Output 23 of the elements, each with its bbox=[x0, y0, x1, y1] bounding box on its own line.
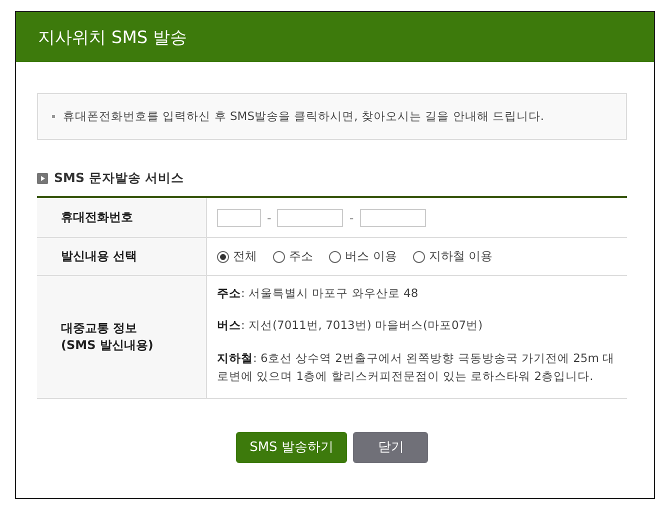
phone-input-field[interactable] bbox=[360, 208, 426, 226]
dash-separator: - bbox=[349, 210, 354, 224]
transit-info-text: 지하철: 6호선 상수역 2번출구에서 왼쪽방향 극동방송국 가기전에 25m 대로변에 있으며 1층에 할리스커피전문점이 있는 로하스타워 2층입니다. bbox=[217, 350, 616, 386]
phone-input-field[interactable] bbox=[277, 208, 344, 226]
radio-option[interactable]: 주소 bbox=[273, 248, 313, 265]
field-label: 대중교통 정보 bbox=[61, 320, 138, 337]
bullet-icon bbox=[52, 115, 55, 118]
send-sms-button[interactable]: SMS 발송하기 bbox=[236, 432, 348, 463]
play-square-icon bbox=[37, 173, 48, 184]
transit-info-text: 버스: 지선(7011번, 7013번) 마을버스(마포07번) bbox=[217, 317, 483, 334]
dash-separator: - bbox=[267, 210, 272, 224]
radio-option[interactable]: 버스 이용 bbox=[329, 248, 397, 265]
field-label: 휴대전화번호 bbox=[61, 209, 134, 226]
transit-info-text: 주소: 서울특별시 마포구 와우산로 48 bbox=[217, 285, 418, 302]
field-label: (SMS 발신내용) bbox=[61, 336, 154, 354]
radio-option[interactable]: 지하철 이용 bbox=[412, 248, 493, 265]
notice-text: 휴대폰전화번호를 입력하신 후 SMS발송을 클릭하시면, 찾아오시는 길을 안내해 드립니다. bbox=[63, 109, 544, 124]
close-button[interactable]: 닫기 bbox=[353, 432, 428, 463]
section-title: SMS 문자발송 서비스 bbox=[54, 170, 184, 187]
phone-input-field[interactable] bbox=[217, 208, 261, 226]
radio-option[interactable]: 전체 bbox=[217, 248, 257, 265]
window-title: 지사위치 SMS 발송 bbox=[38, 26, 188, 48]
field-label: 발신내용 선택 bbox=[61, 248, 138, 265]
